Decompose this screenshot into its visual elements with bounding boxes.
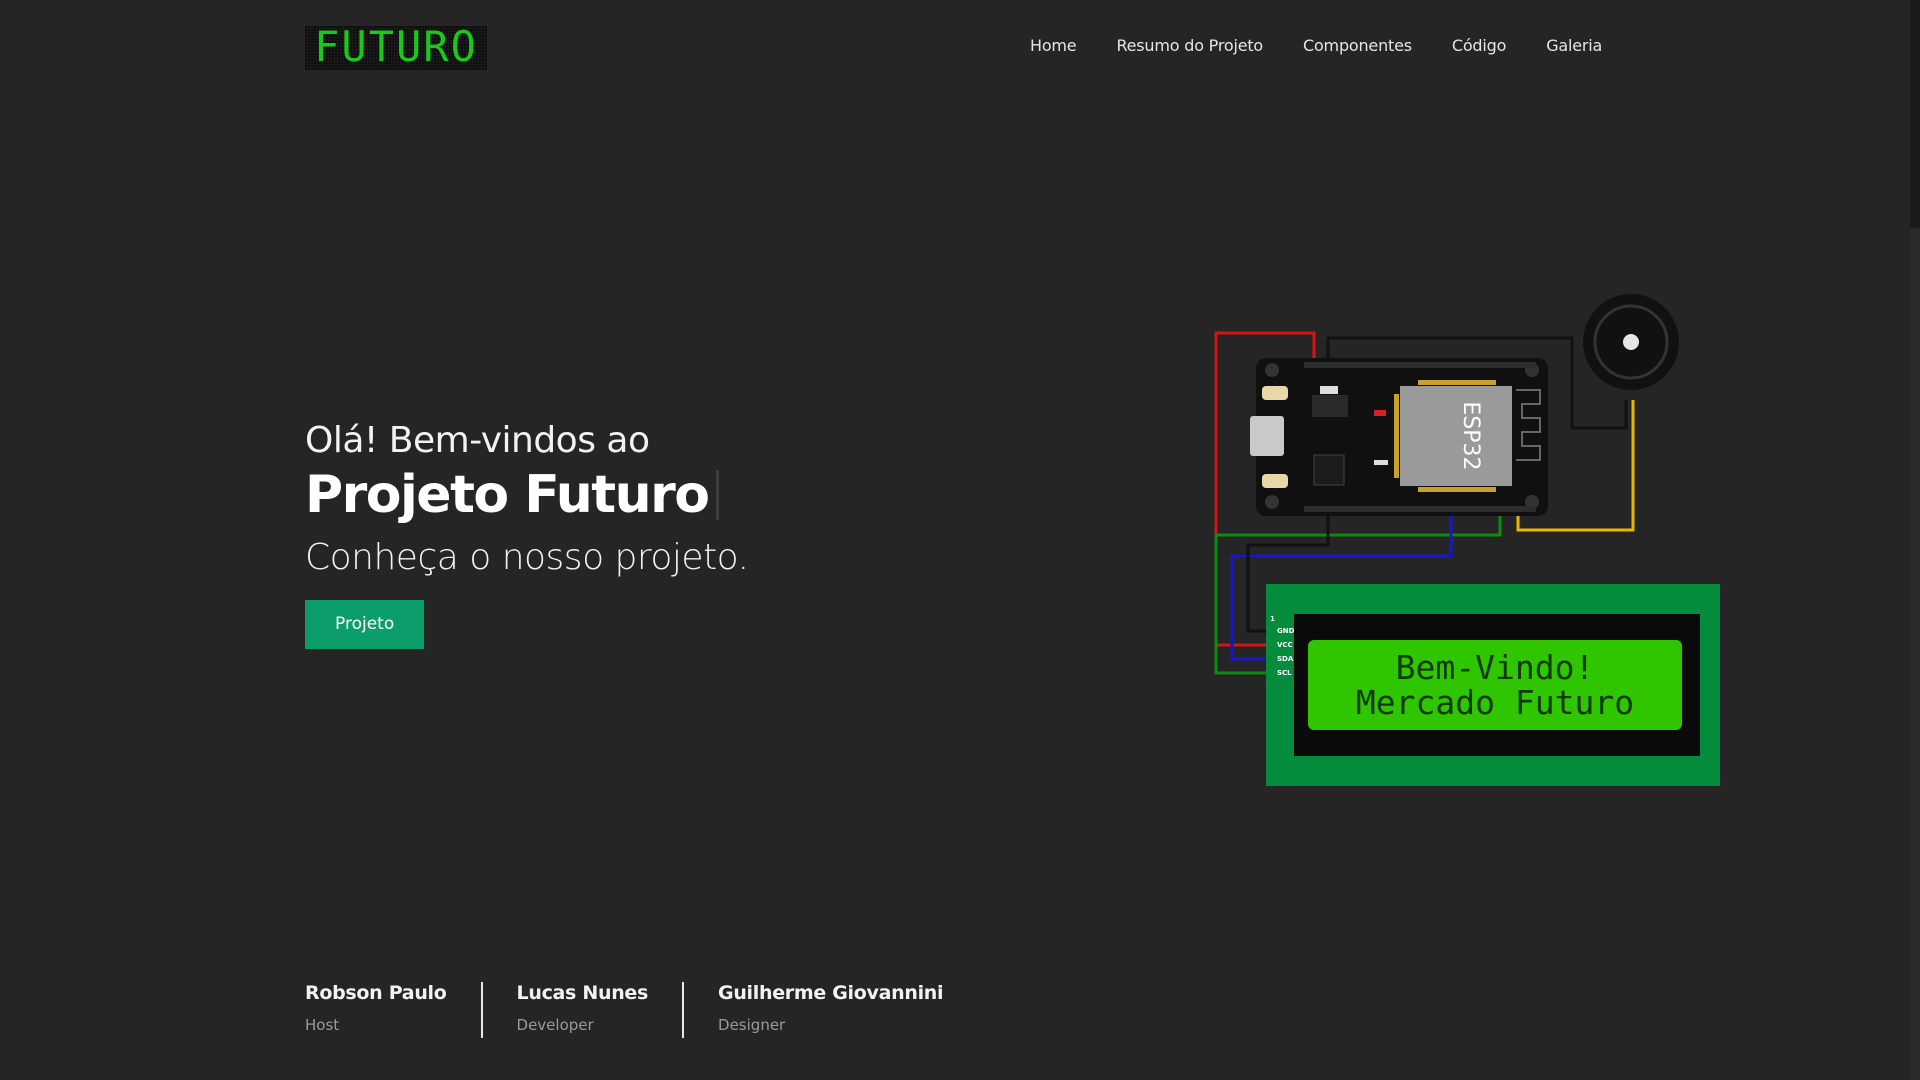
lcd-line-1: Bem-Vindo! [1396, 648, 1595, 687]
member-name: Robson Paulo [305, 982, 447, 1004]
logo[interactable]: FUTURO [305, 26, 487, 70]
projeto-button[interactable]: Projeto [305, 600, 425, 649]
logo-text: FUTURO [314, 27, 478, 69]
team-member: Lucas Nunes Developer [480, 982, 683, 1038]
team-member: Robson Paulo Host [305, 982, 481, 1038]
team-member: Guilherme Giovannini Designer [682, 982, 977, 1038]
main-nav: Home Resumo do Projeto Componentes Códig… [1030, 36, 1620, 55]
nav-home[interactable]: Home [1030, 36, 1077, 55]
hero-greeting: Olá! Bem-vindos ao [305, 420, 650, 461]
nav-componentes[interactable]: Componentes [1303, 36, 1412, 55]
typing-cursor [716, 470, 720, 520]
esp32-label: ESP32 [1458, 401, 1483, 470]
nav-galeria[interactable]: Galeria [1546, 36, 1602, 55]
nav-codigo[interactable]: Código [1452, 36, 1507, 55]
lcd-pin-scl: SCL [1277, 669, 1292, 677]
member-role: Developer [516, 1016, 594, 1034]
lcd-line-2: Mercado Futuro [1356, 683, 1634, 722]
hero-title: Projeto Futuro [305, 465, 710, 525]
lcd-module: Bem-Vindo! Mercado Futuro 1 GND VCC SDA … [1266, 584, 1720, 786]
lcd-pin-sda: SDA [1277, 655, 1294, 663]
buzzer [1583, 294, 1679, 390]
circuit-illustration: ESP32 Bem-Vindo! Mercado Futuro 1 GND VC… [1208, 290, 1728, 790]
lcd-pin-vcc: VCC [1277, 641, 1293, 649]
lcd-pin-gnd: GND [1277, 627, 1295, 635]
hero-title-row: Projeto Futuro [305, 465, 1005, 525]
member-name: Guilherme Giovannini [718, 982, 944, 1004]
esp32-board: ESP32 [1250, 358, 1548, 516]
nav-resumo-do-projeto[interactable]: Resumo do Projeto [1116, 36, 1263, 55]
page: FUTURO Home Resumo do Projeto Componente… [0, 0, 1920, 1080]
lcd-pin-index: 1 [1270, 615, 1275, 623]
scrollbar-thumb[interactable] [1910, 0, 1920, 228]
scrollbar-track[interactable] [1910, 0, 1920, 1080]
hero-subtitle: Conheça o nosso projeto. [305, 537, 749, 578]
hero-section: Olá! Bem-vindos ao Projeto Futuro Conheç… [305, 420, 1005, 649]
member-role: Designer [718, 1016, 786, 1034]
member-name: Lucas Nunes [516, 982, 649, 1004]
team-list: Robson Paulo Host Lucas Nunes Developer … [305, 982, 977, 1038]
member-role: Host [305, 1016, 340, 1034]
